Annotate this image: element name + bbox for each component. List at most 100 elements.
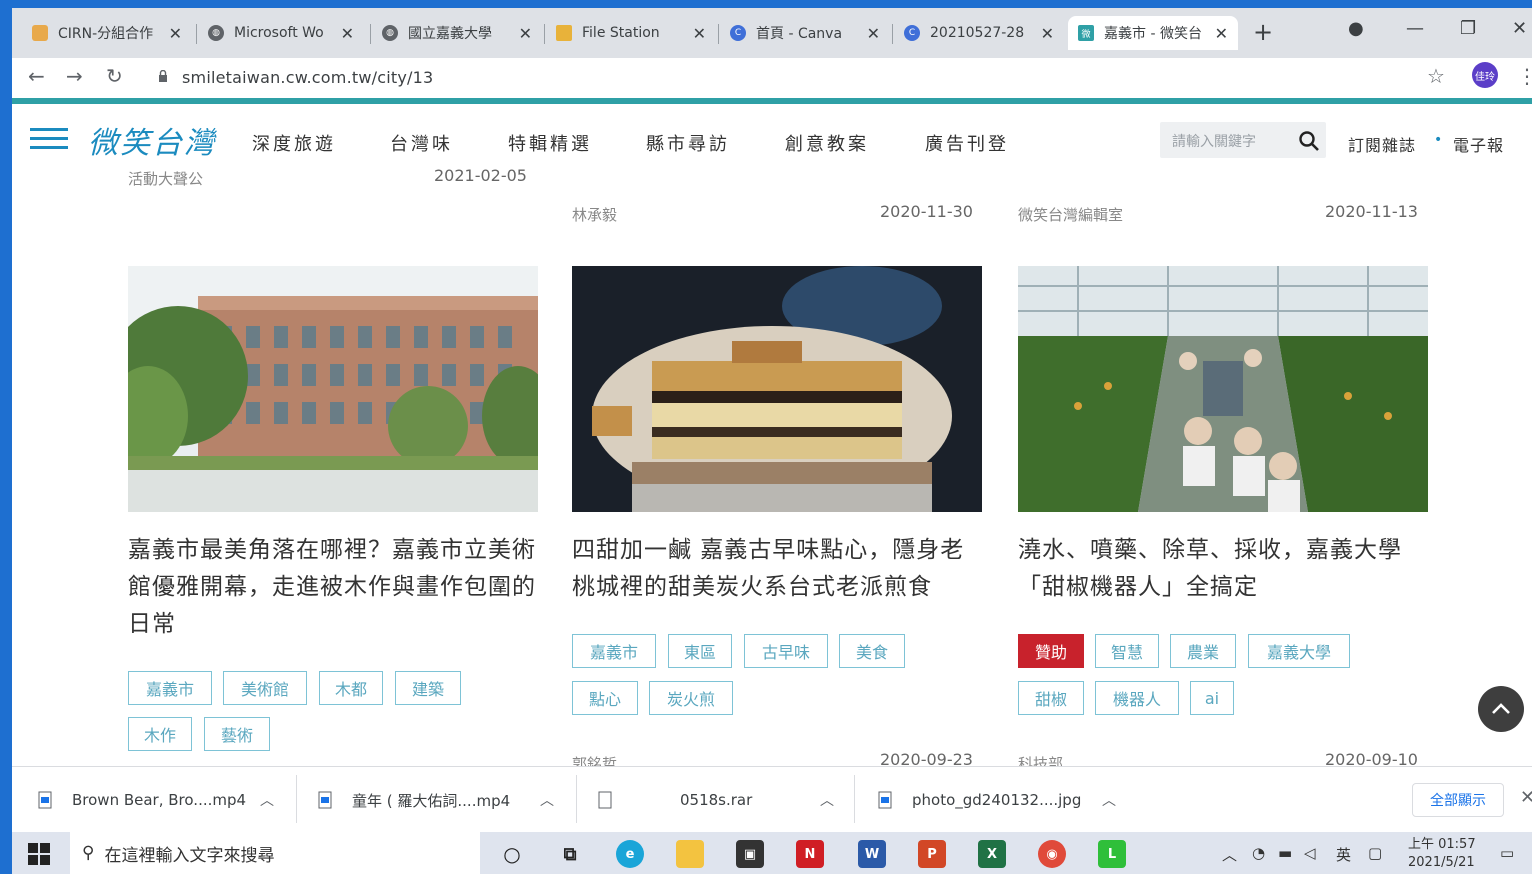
minimize-button[interactable]: — [1406, 18, 1424, 39]
download-item[interactable]: photo_gd240132....jpg ︿ [878, 785, 1138, 815]
cortana-icon[interactable]: ○ [498, 840, 526, 868]
forward-button[interactable]: → [66, 64, 83, 88]
windows-start-icon[interactable] [28, 843, 50, 865]
smiletaiwan-icon: 微 [1078, 25, 1094, 41]
close-icon[interactable]: ✕ [519, 24, 532, 43]
taskbar-search-input[interactable]: ⚲ 在這裡輸入文字來搜尋 [70, 832, 480, 874]
tab-smiletaiwan[interactable]: 微 嘉義市 - 微笑台 ✕ [1068, 16, 1238, 50]
powerpoint-icon[interactable]: P [918, 840, 946, 868]
tab-microsoft-word[interactable]: ◍ Microsoft Wo ✕ [198, 16, 364, 50]
subscribe-link[interactable]: 訂閱雜誌 [1348, 132, 1416, 156]
profile-avatar[interactable]: 佳玲 [1472, 62, 1498, 88]
tag[interactable]: 古早味 [744, 634, 828, 668]
chevron-up-icon[interactable]: ︿ [820, 790, 834, 810]
article-image-museum[interactable] [128, 266, 538, 512]
word-icon[interactable]: W [858, 840, 886, 868]
downloads-bar: Brown Bear, Bro....mp4 ︿ 童年 ( 羅大佑詞....mp… [12, 766, 1532, 832]
show-all-downloads-button[interactable]: 全部顯示 [1412, 783, 1504, 817]
tag[interactable]: 嘉義市 [572, 634, 656, 668]
article-title-robot[interactable]: 澆水、噴藥、除草、採收，嘉義大學「甜椒機器人」全搞定 [1018, 532, 1430, 606]
tag[interactable]: 智慧 [1095, 634, 1159, 668]
tab-ncyu[interactable]: ◍ 國立嘉義大學 ✕ [372, 16, 542, 50]
url-field[interactable]: smiletaiwan.cw.com.tw/city/13 [182, 68, 433, 87]
tag[interactable]: 嘉義大學 [1248, 634, 1350, 668]
back-button[interactable]: ← [28, 64, 45, 88]
tag[interactable]: 木都 [319, 671, 383, 705]
tag[interactable]: 嘉義市 [128, 671, 212, 705]
sponsor-tag[interactable]: 贊助 [1018, 634, 1084, 668]
close-icon[interactable]: ✕ [169, 24, 182, 43]
volume-icon[interactable]: ◁ [1304, 844, 1316, 862]
chevron-up-icon[interactable]: ︿ [540, 790, 554, 810]
chrome-icon[interactable]: ◉ [1038, 840, 1066, 868]
line-icon[interactable]: L [1098, 840, 1126, 868]
tab-cirn[interactable]: CIRN-分組合作 ✕ [22, 16, 192, 50]
separator-dot: • [1434, 132, 1443, 148]
edge-icon[interactable]: e [616, 840, 644, 868]
taskbar-clock[interactable]: 上午 01:57 2021/5/21 [1408, 836, 1476, 872]
search-icon[interactable] [1298, 130, 1320, 152]
close-window-button[interactable]: ✕ [1512, 18, 1527, 39]
excel-icon[interactable]: X [978, 840, 1006, 868]
bookmark-star-icon[interactable]: ☆ [1427, 64, 1445, 88]
tab-canva[interactable]: C 首頁 - Canva ✕ [720, 16, 890, 50]
scroll-to-top-button[interactable] [1478, 686, 1524, 732]
tag[interactable]: 甜椒 [1018, 681, 1084, 715]
nav-deep-travel[interactable]: 深度旅遊 [252, 130, 336, 156]
chevron-up-icon[interactable]: ︿ [1102, 790, 1116, 810]
tag[interactable]: 美食 [839, 634, 905, 668]
close-icon[interactable]: ✕ [341, 24, 354, 43]
tag[interactable]: 點心 [572, 681, 638, 715]
nav-city-visits[interactable]: 縣市尋訪 [646, 130, 730, 156]
file-explorer-icon[interactable] [676, 840, 704, 868]
battery-icon[interactable]: ▬ [1278, 844, 1292, 862]
site-logo[interactable]: 微笑台灣 [88, 118, 216, 162]
tag[interactable]: 東區 [668, 634, 732, 668]
store-icon[interactable]: ▣ [736, 840, 764, 868]
tag[interactable]: ai [1190, 681, 1234, 715]
chevron-up-icon[interactable]: ︿ [1222, 844, 1237, 865]
close-icon[interactable]: ✕ [1041, 24, 1054, 43]
article-image-greenhouse[interactable] [1018, 266, 1428, 512]
reload-button[interactable]: ↻ [106, 64, 123, 88]
lock-icon [159, 70, 167, 82]
tab-file-station[interactable]: File Station ✕ [546, 16, 716, 50]
tag[interactable]: 農業 [1170, 634, 1236, 668]
article-image-pancake[interactable] [572, 266, 982, 512]
chevron-up-icon[interactable]: ︿ [260, 790, 274, 810]
netflix-icon[interactable]: N [796, 840, 824, 868]
tag[interactable]: 木作 [128, 717, 192, 751]
close-icon[interactable]: ✕ [693, 24, 706, 43]
nav-specials[interactable]: 特輯精選 [508, 130, 592, 156]
browser-menu-icon[interactable]: ● [1348, 18, 1364, 39]
article-title-pancake[interactable]: 四甜加一鹹 嘉義古早味點心，隱身老桃城裡的甜美炭火系台式老派煎食 [572, 532, 984, 606]
tab-canva-2[interactable]: C 20210527-28 ✕ [894, 16, 1064, 50]
restore-button[interactable]: ❐ [1460, 18, 1476, 39]
wifi-icon[interactable]: ◔ [1252, 844, 1265, 862]
more-menu-icon[interactable]: ⋮ [1517, 64, 1532, 88]
new-tab-button[interactable]: + [1253, 18, 1273, 46]
hamburger-menu-icon[interactable] [30, 128, 68, 150]
tag[interactable]: 建築 [395, 671, 461, 705]
ime-mode-icon[interactable]: ▢ [1368, 844, 1382, 862]
nav-taiwan-taste[interactable]: 台灣味 [390, 130, 453, 156]
download-item[interactable]: 童年 ( 羅大佑詞....mp4 ︿ [318, 785, 578, 815]
tag[interactable]: 藝術 [204, 717, 270, 751]
task-view-icon[interactable]: ⧉ [556, 840, 584, 868]
article-title-museum[interactable]: 嘉義市最美角落在哪裡？嘉義市立美術館優雅開幕，走進被木作與畫作包圍的日常 [128, 532, 540, 643]
notification-icon[interactable]: ▭ [1500, 844, 1514, 862]
download-item[interactable]: Brown Bear, Bro....mp4 ︿ [38, 785, 298, 815]
nav-lesson-plans[interactable]: 創意教案 [785, 130, 869, 156]
ime-indicator[interactable]: 英 [1336, 844, 1351, 865]
tag[interactable]: 炭火煎 [649, 681, 733, 715]
close-icon[interactable]: ✕ [1215, 24, 1228, 43]
tag[interactable]: 美術館 [223, 671, 307, 705]
tag[interactable]: 機器人 [1095, 681, 1179, 715]
close-icon[interactable]: ✕ [867, 24, 880, 43]
ebook-link[interactable]: 電子報 [1453, 132, 1504, 156]
article-date: 2021-02-05 [434, 166, 527, 185]
close-icon[interactable]: ✕ [1520, 787, 1532, 808]
download-item[interactable]: 0518s.rar ︿ [598, 785, 858, 815]
nav-advertise[interactable]: 廣告刊登 [925, 130, 1009, 156]
article-date: 2020-09-10 [1325, 750, 1418, 766]
